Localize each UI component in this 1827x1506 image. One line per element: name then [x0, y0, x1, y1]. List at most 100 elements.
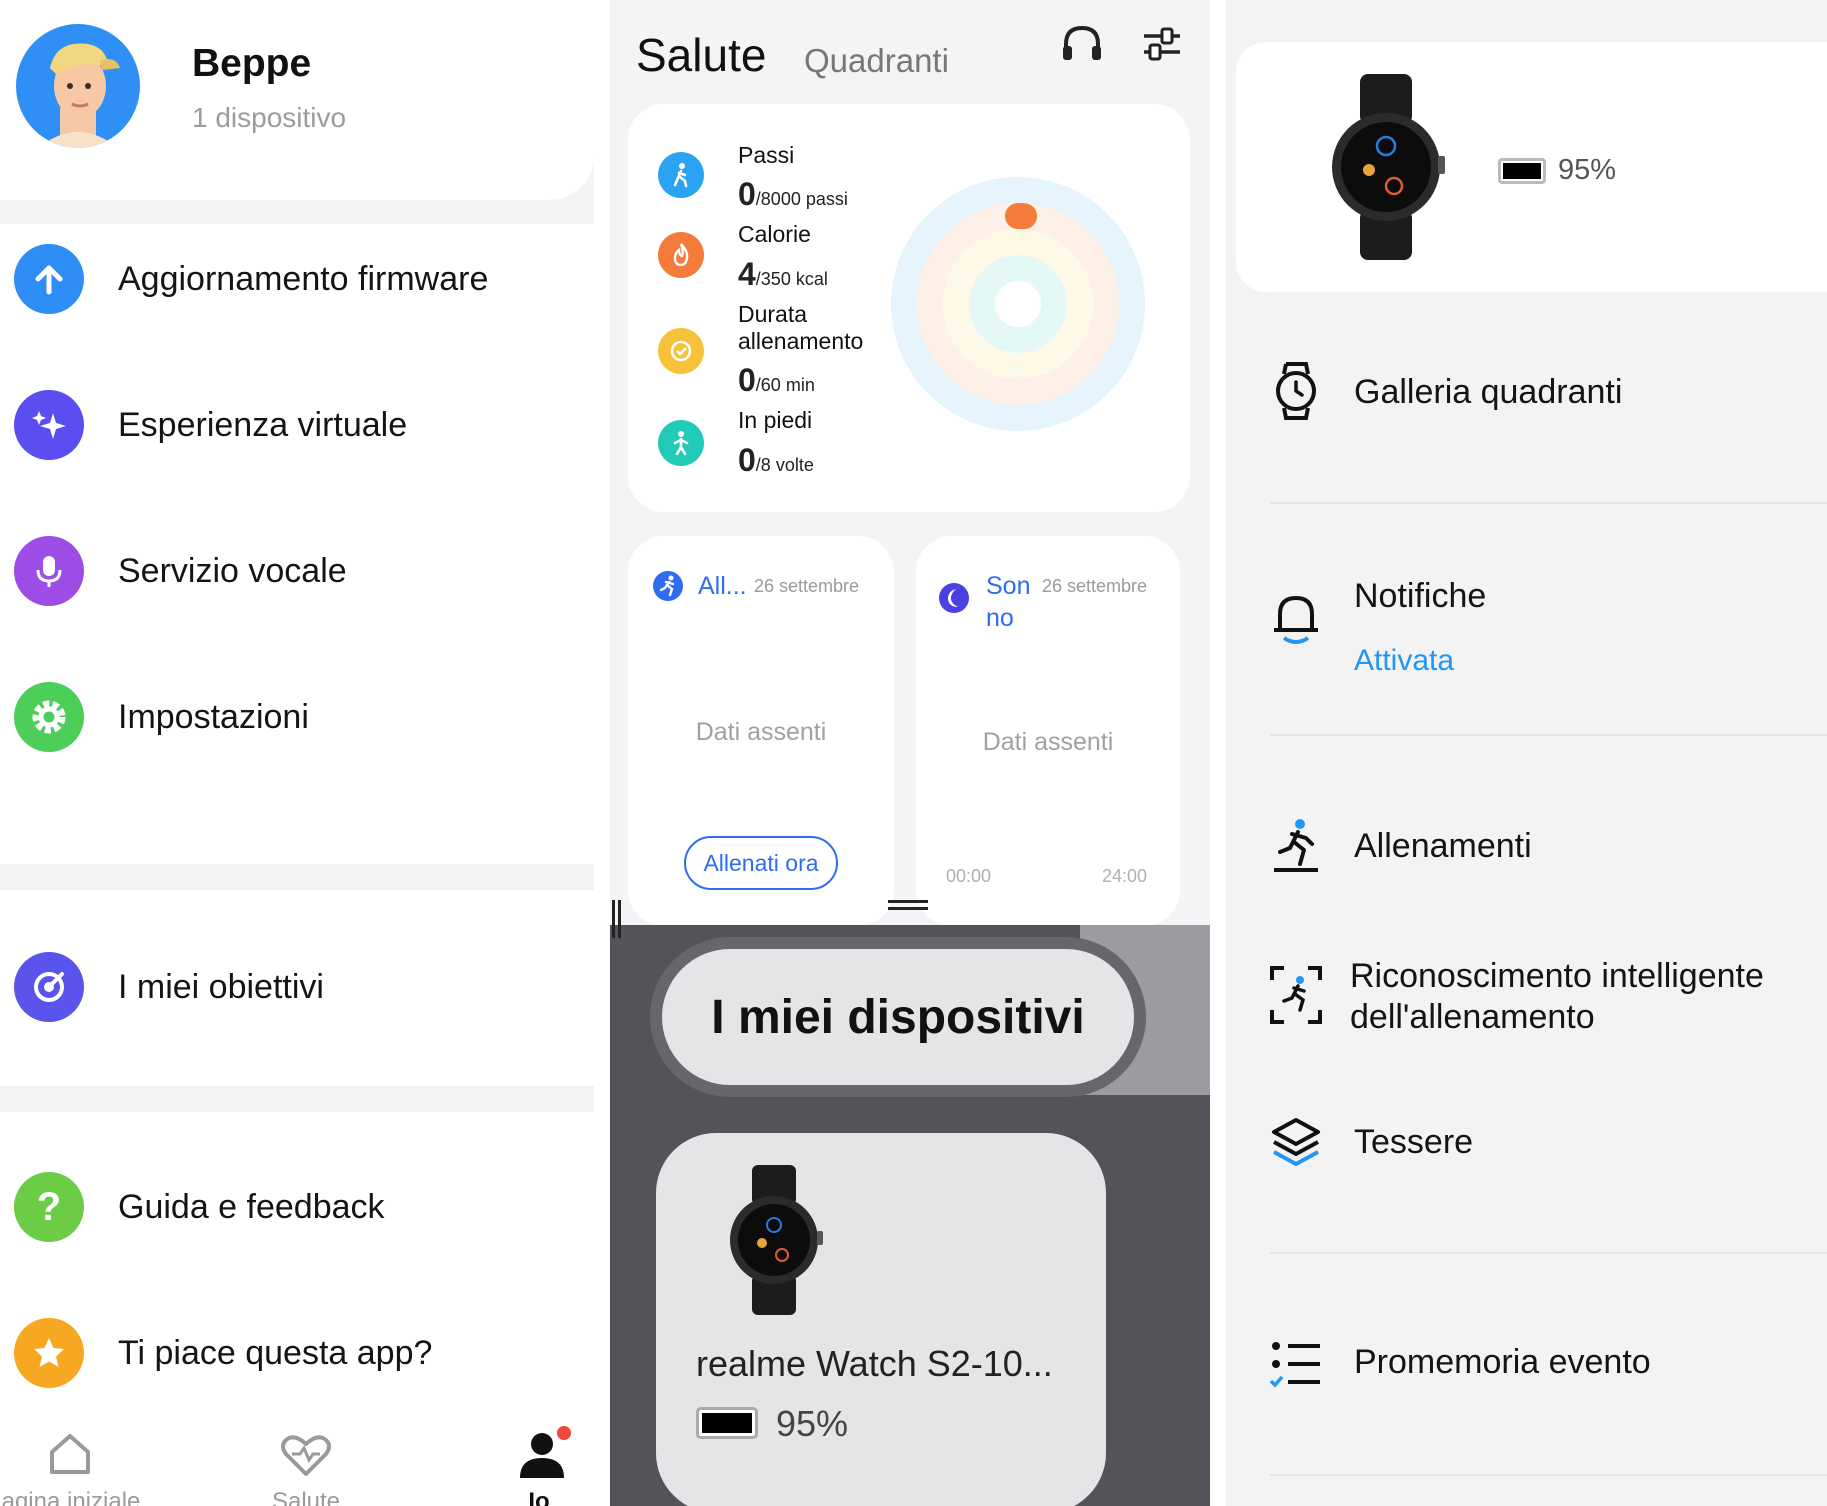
tab-label: Salute: [271, 1488, 341, 1506]
tab-watch-faces[interactable]: Quadranti: [804, 42, 949, 80]
activity-rings: [891, 177, 1145, 431]
sleep-axis-end: 24:00: [1102, 866, 1148, 886]
split-handle-horizontal-2[interactable]: [888, 907, 928, 910]
menu-label: Guida e feedback: [118, 1188, 385, 1226]
microphone-icon: [14, 536, 84, 606]
menu-item-virtual-experience[interactable]: Esperienza virtuale: [0, 370, 594, 480]
tab-health-title[interactable]: Salute: [636, 28, 766, 82]
star-icon: [14, 1318, 84, 1388]
my-devices-pill[interactable]: I miei dispositivi: [650, 937, 1146, 1097]
split-handle-vertical-2[interactable]: [618, 900, 621, 938]
divider: [1270, 1474, 1827, 1476]
menu-label: Promemoria evento: [1354, 1343, 1651, 1381]
device-card[interactable]: realme Watch S2-10... 95%: [656, 1133, 1106, 1506]
calories-label: Calorie: [738, 221, 811, 247]
standing-value: 0/8 volte: [738, 442, 814, 478]
device-battery: 95%: [776, 1403, 849, 1444]
menu-label: I miei obiettivi: [118, 968, 324, 1006]
target-icon: [14, 952, 84, 1022]
menu-label: Tessere: [1354, 1123, 1474, 1161]
activity-summary-card[interactable]: Passi 0/8000 passi Calorie 4/350 kcal Du…: [628, 104, 1190, 512]
tab-home[interactable]: agina iniziale: [0, 1410, 198, 1506]
steps-label: Passi: [738, 142, 795, 168]
bell-icon: [1274, 596, 1318, 644]
menu-item-firmware-update[interactable]: Aggiornamento firmware: [0, 224, 594, 334]
calories-value: 4/350 kcal: [738, 256, 828, 292]
menu-label: Notifiche: [1354, 577, 1487, 615]
my-devices-title: I miei dispositivi: [711, 990, 1085, 1044]
device-count: 1 dispositivo: [192, 102, 347, 133]
divider: [1270, 502, 1827, 504]
sleep-empty-text: Dati assenti: [982, 728, 1114, 756]
bottom-tab-bar: agina iniziale Salute Io: [0, 1410, 594, 1506]
train-now-button[interactable]: Allenati ora: [684, 836, 838, 890]
menu-item-voice-service[interactable]: Servizio vocale: [0, 516, 594, 626]
menu-item-workouts[interactable]: Allenamenti: [1226, 816, 1827, 902]
sleep-card[interactable]: Son no 26 settembre Dati assenti 00:00 24…: [916, 536, 1180, 926]
device-battery: 95%: [1558, 154, 1617, 186]
sparkle-icon: [14, 390, 84, 460]
tab-me[interactable]: Io: [396, 1410, 594, 1506]
home-icon: [50, 1434, 90, 1474]
tab-label: agina iniziale: [1, 1488, 141, 1506]
device-settings-panel: 95% Galleria quadranti Notifiche Attivat…: [1226, 0, 1827, 1506]
menu-item-watch-face-gallery[interactable]: Galleria quadranti: [1226, 350, 1827, 436]
workout-empty-text: Dati assenti: [695, 718, 827, 746]
notification-badge: [557, 1426, 571, 1440]
profile-name: Beppe: [192, 42, 312, 85]
timer-icon: [658, 328, 704, 374]
menu-item-smart-workout-recognition[interactable]: Riconoscimento intelligente dell'allename…: [1226, 952, 1827, 1052]
menu-item-cards[interactable]: Tessere: [1226, 1110, 1827, 1190]
headphones-icon[interactable]: [1060, 24, 1104, 64]
sliders-icon[interactable]: [1140, 22, 1184, 66]
workout-card[interactable]: All... 26 settembre Dati assenti Allenat…: [628, 536, 894, 926]
notifications-status: Attivata: [1354, 644, 1455, 677]
menu-item-notifications[interactable]: Notifiche Attivata: [1226, 570, 1827, 690]
battery-icon: [696, 1407, 758, 1439]
menu-item-rate-app[interactable]: Ti piace questa app?: [0, 1298, 594, 1408]
menu-label: Galleria quadranti: [1354, 373, 1623, 411]
divider: [1270, 734, 1827, 736]
arrow-up-icon: [14, 244, 84, 314]
my-devices-section: I miei dispositivi realme Watch S2-10...…: [610, 925, 1210, 1506]
menu-label: Servizio vocale: [118, 552, 347, 590]
split-handle-horizontal[interactable]: [888, 900, 928, 903]
ring-track: [969, 255, 1067, 353]
steps-value: 0/8000 passi: [738, 176, 848, 212]
avatar[interactable]: [16, 24, 140, 148]
menu-item-event-reminders[interactable]: Promemoria evento: [1226, 1330, 1827, 1410]
menu-item-settings[interactable]: Impostazioni: [0, 662, 594, 772]
panel-gap: [1210, 0, 1226, 1506]
tab-label: Io: [528, 1488, 550, 1506]
health-panel: Salute Quadranti Passi 0/8000 passi Calo…: [610, 0, 1210, 1506]
divider: [1270, 1252, 1827, 1254]
menu-item-my-goals[interactable]: I miei obiettivi: [0, 932, 594, 1042]
menu-label: Riconoscimento intelligente dell'allename…: [1350, 957, 1764, 1036]
workout-card-title: All...: [698, 572, 747, 600]
split-handle-vertical[interactable]: [612, 900, 615, 938]
standing-icon: [658, 420, 704, 466]
moon-icon: [939, 583, 969, 613]
device-name: realme Watch S2-10...: [696, 1343, 1053, 1384]
duration-value: 0/60 min: [738, 362, 815, 398]
menu-card-support: ? Guida e feedback Ti piace questa app?: [0, 1112, 594, 1410]
gear-icon: [14, 682, 84, 752]
panel-gap: [594, 0, 610, 1506]
menu-label: Esperienza virtuale: [118, 406, 408, 444]
menu-label: Aggiornamento firmware: [118, 260, 489, 298]
workout-detection-icon: [1270, 966, 1322, 1024]
tab-health[interactable]: Salute: [198, 1410, 396, 1506]
running-icon: [1274, 819, 1318, 872]
menu-item-help-feedback[interactable]: ? Guida e feedback: [0, 1152, 594, 1262]
menu-label: Impostazioni: [118, 698, 309, 736]
heart-icon: [281, 1435, 331, 1476]
standing-label: In piedi: [738, 407, 813, 433]
battery-icon: [1498, 158, 1546, 184]
smartwatch-image: [730, 1165, 823, 1315]
workout-card-date: 26 settembre: [754, 576, 860, 596]
profile-header[interactable]: Beppe 1 dispositivo: [0, 0, 594, 200]
running-icon: [653, 571, 683, 601]
device-header-card[interactable]: 95%: [1236, 42, 1827, 292]
menu-label: Ti piace questa app?: [118, 1334, 433, 1372]
menu-card-goals: I miei obiettivi: [0, 890, 594, 1086]
